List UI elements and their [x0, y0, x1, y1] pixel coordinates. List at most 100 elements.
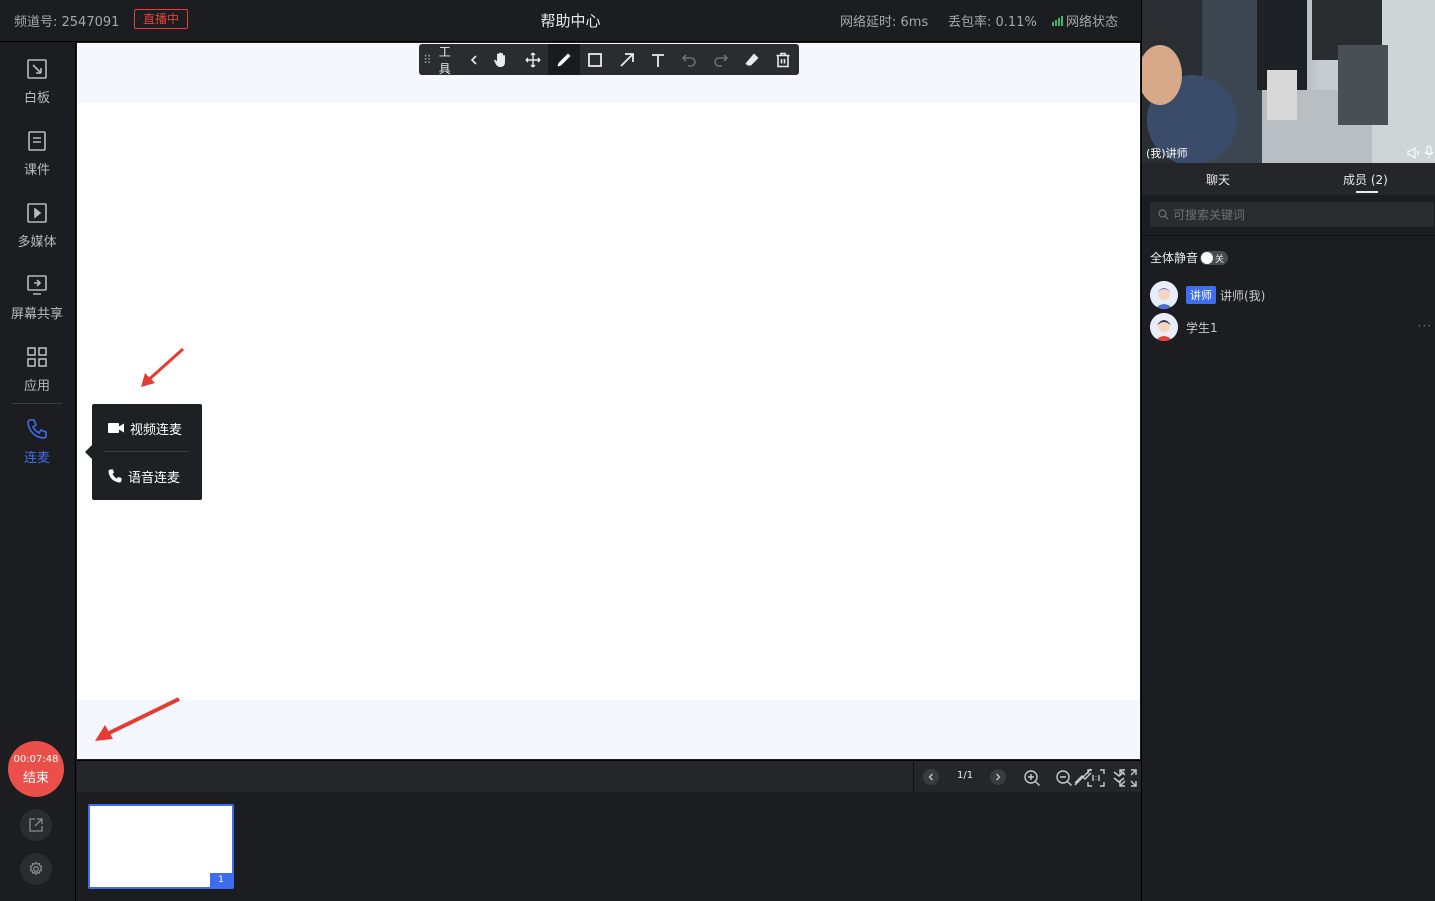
page-thumbnail[interactable]: 1 [88, 804, 234, 889]
hand-icon [494, 52, 506, 67]
search-input[interactable] [1173, 207, 1423, 222]
redo-icon [713, 53, 728, 67]
zoom-in-icon [1024, 770, 1040, 786]
hide-annotations-button[interactable] [1073, 767, 1093, 787]
text-icon [652, 53, 665, 67]
whiteboard-area[interactable] [77, 43, 1140, 759]
search-icon [1158, 209, 1169, 220]
eraser-tool-button[interactable] [736, 44, 767, 75]
previous-page-button[interactable] [923, 769, 939, 785]
network-status-label: 网络状态 [1066, 15, 1119, 30]
move-tool-button[interactable] [517, 44, 548, 75]
collapse-thumbnails-button[interactable] [1109, 767, 1129, 787]
elapsed-time: 00:07:48 [13, 754, 59, 765]
sidebar-item-screen-share[interactable]: 屏幕共享 [0, 273, 74, 337]
sidebar-item-label: 课件 [23, 163, 50, 178]
toggle-state-label: 关 [1215, 254, 1225, 265]
annotation-arrow [95, 697, 180, 741]
pen-tool-button[interactable] [548, 44, 580, 75]
annotation-toggle-icon [1074, 768, 1092, 786]
sidebar-item-label: 连麦 [23, 451, 50, 466]
zoom-out-icon [1056, 770, 1072, 786]
sidebar-item-media[interactable]: 多媒体 [0, 201, 74, 265]
member-search [1150, 202, 1434, 227]
member-name: 学生1 [1186, 320, 1218, 335]
play-icon [27, 203, 47, 223]
next-page-button[interactable] [990, 769, 1006, 785]
mic-connect-popup: 视频连麦 语音连麦 [85, 404, 202, 500]
screen-share-icon [27, 275, 47, 295]
arrow-tool-button[interactable] [611, 44, 642, 75]
double-chevron-down-icon [1113, 771, 1125, 783]
text-tool-button[interactable] [642, 44, 673, 75]
annotation-arrow [141, 347, 185, 387]
mute-all-label: 全体静音 [1150, 251, 1199, 265]
toolbar-label: 工具 [438, 44, 451, 76]
sidebar-item-whiteboard[interactable]: 白板 [0, 57, 74, 121]
undo-icon [682, 53, 697, 67]
avatar [1150, 281, 1178, 309]
whiteboard-canvas[interactable] [77, 103, 1140, 700]
video-camera-icon [108, 423, 124, 433]
tab-chat[interactable]: 聊天 [1206, 171, 1230, 188]
document-icon [28, 131, 46, 151]
end-button-label: 结束 [22, 771, 49, 786]
phone-icon [27, 419, 47, 439]
page-indicator: 1/1 [957, 770, 974, 781]
member-row[interactable]: 学生1 ··· [1150, 313, 1434, 341]
member-name: 讲师(我) [1220, 288, 1266, 303]
eraser-icon [745, 53, 759, 65]
undo-button[interactable] [674, 44, 705, 75]
chevron-right-icon [996, 773, 1001, 781]
popout-button[interactable] [20, 809, 52, 841]
clear-board-button[interactable] [768, 44, 799, 75]
sidebar-item-courseware[interactable]: 课件 [0, 129, 74, 193]
speaker-icon [1407, 147, 1419, 159]
avatar [1150, 313, 1178, 341]
video-mic-option[interactable]: 视频连麦 [108, 418, 182, 438]
tab-members[interactable]: 成员 (2) [1343, 171, 1388, 188]
trash-icon [776, 52, 790, 67]
sidebar-item-label: 白板 [23, 91, 50, 106]
sidebar-item-label: 多媒体 [17, 235, 57, 250]
packet-loss: 丢包率: 0.11% [948, 15, 1037, 30]
chevron-left-icon [928, 773, 933, 781]
end-class-button[interactable]: 00:07:48 结束 [8, 741, 64, 797]
toggle-knob [1201, 251, 1214, 264]
hand-tool-button[interactable] [486, 44, 517, 75]
gear-icon [29, 861, 43, 876]
teacher-video[interactable]: (我)讲师 [1142, 0, 1435, 163]
move-icon [525, 52, 541, 67]
drag-handle-icon[interactable]: ⠿ [423, 53, 435, 67]
collapse-toolbar-button[interactable] [462, 44, 486, 75]
rectangle-tool-button[interactable] [580, 44, 611, 75]
zoom-in-button[interactable] [1022, 768, 1042, 788]
drawing-toolbar: ⠿ 工具 [419, 44, 799, 76]
sidebar-item-apps[interactable]: 应用 [0, 345, 74, 409]
active-tab-indicator [1356, 191, 1378, 193]
video-participant-name: (我)讲师 [1146, 147, 1188, 160]
sidebar-divider [12, 403, 62, 404]
panel-tabs: 聊天 成员 (2) [1142, 163, 1435, 195]
mute-all-toggle[interactable]: 关 [1200, 250, 1229, 265]
settings-button[interactable] [20, 853, 52, 885]
role-badge: 讲师 [1186, 286, 1216, 304]
microphone-icon [1424, 145, 1434, 158]
video-feed-image [1142, 0, 1435, 163]
network-status[interactable]: 网络状态 [1052, 11, 1118, 30]
left-sidebar: 白板 课件 多媒体 屏幕共享 应用 连麦 00:07:48 结束 [0, 43, 76, 901]
sidebar-item-label: 应用 [23, 379, 50, 394]
sidebar-item-label: 屏幕共享 [10, 307, 63, 322]
more-options-icon[interactable]: ··· [1418, 319, 1432, 333]
student-avatar-icon [1150, 313, 1178, 341]
page-thumbnails: 1 [77, 793, 1141, 901]
rectangle-icon [588, 52, 603, 67]
audio-mic-option[interactable]: 语音连麦 [108, 466, 180, 486]
sidebar-item-connect-mic[interactable]: 连麦 [0, 417, 74, 481]
member-row[interactable]: 讲师 讲师(我) [1150, 281, 1434, 309]
redo-button[interactable] [705, 44, 736, 75]
panel-divider [1142, 235, 1435, 236]
zoom-out-button[interactable] [1054, 768, 1074, 788]
thumbnail-page-number: 1 [210, 873, 232, 887]
apps-grid-icon [27, 347, 47, 367]
